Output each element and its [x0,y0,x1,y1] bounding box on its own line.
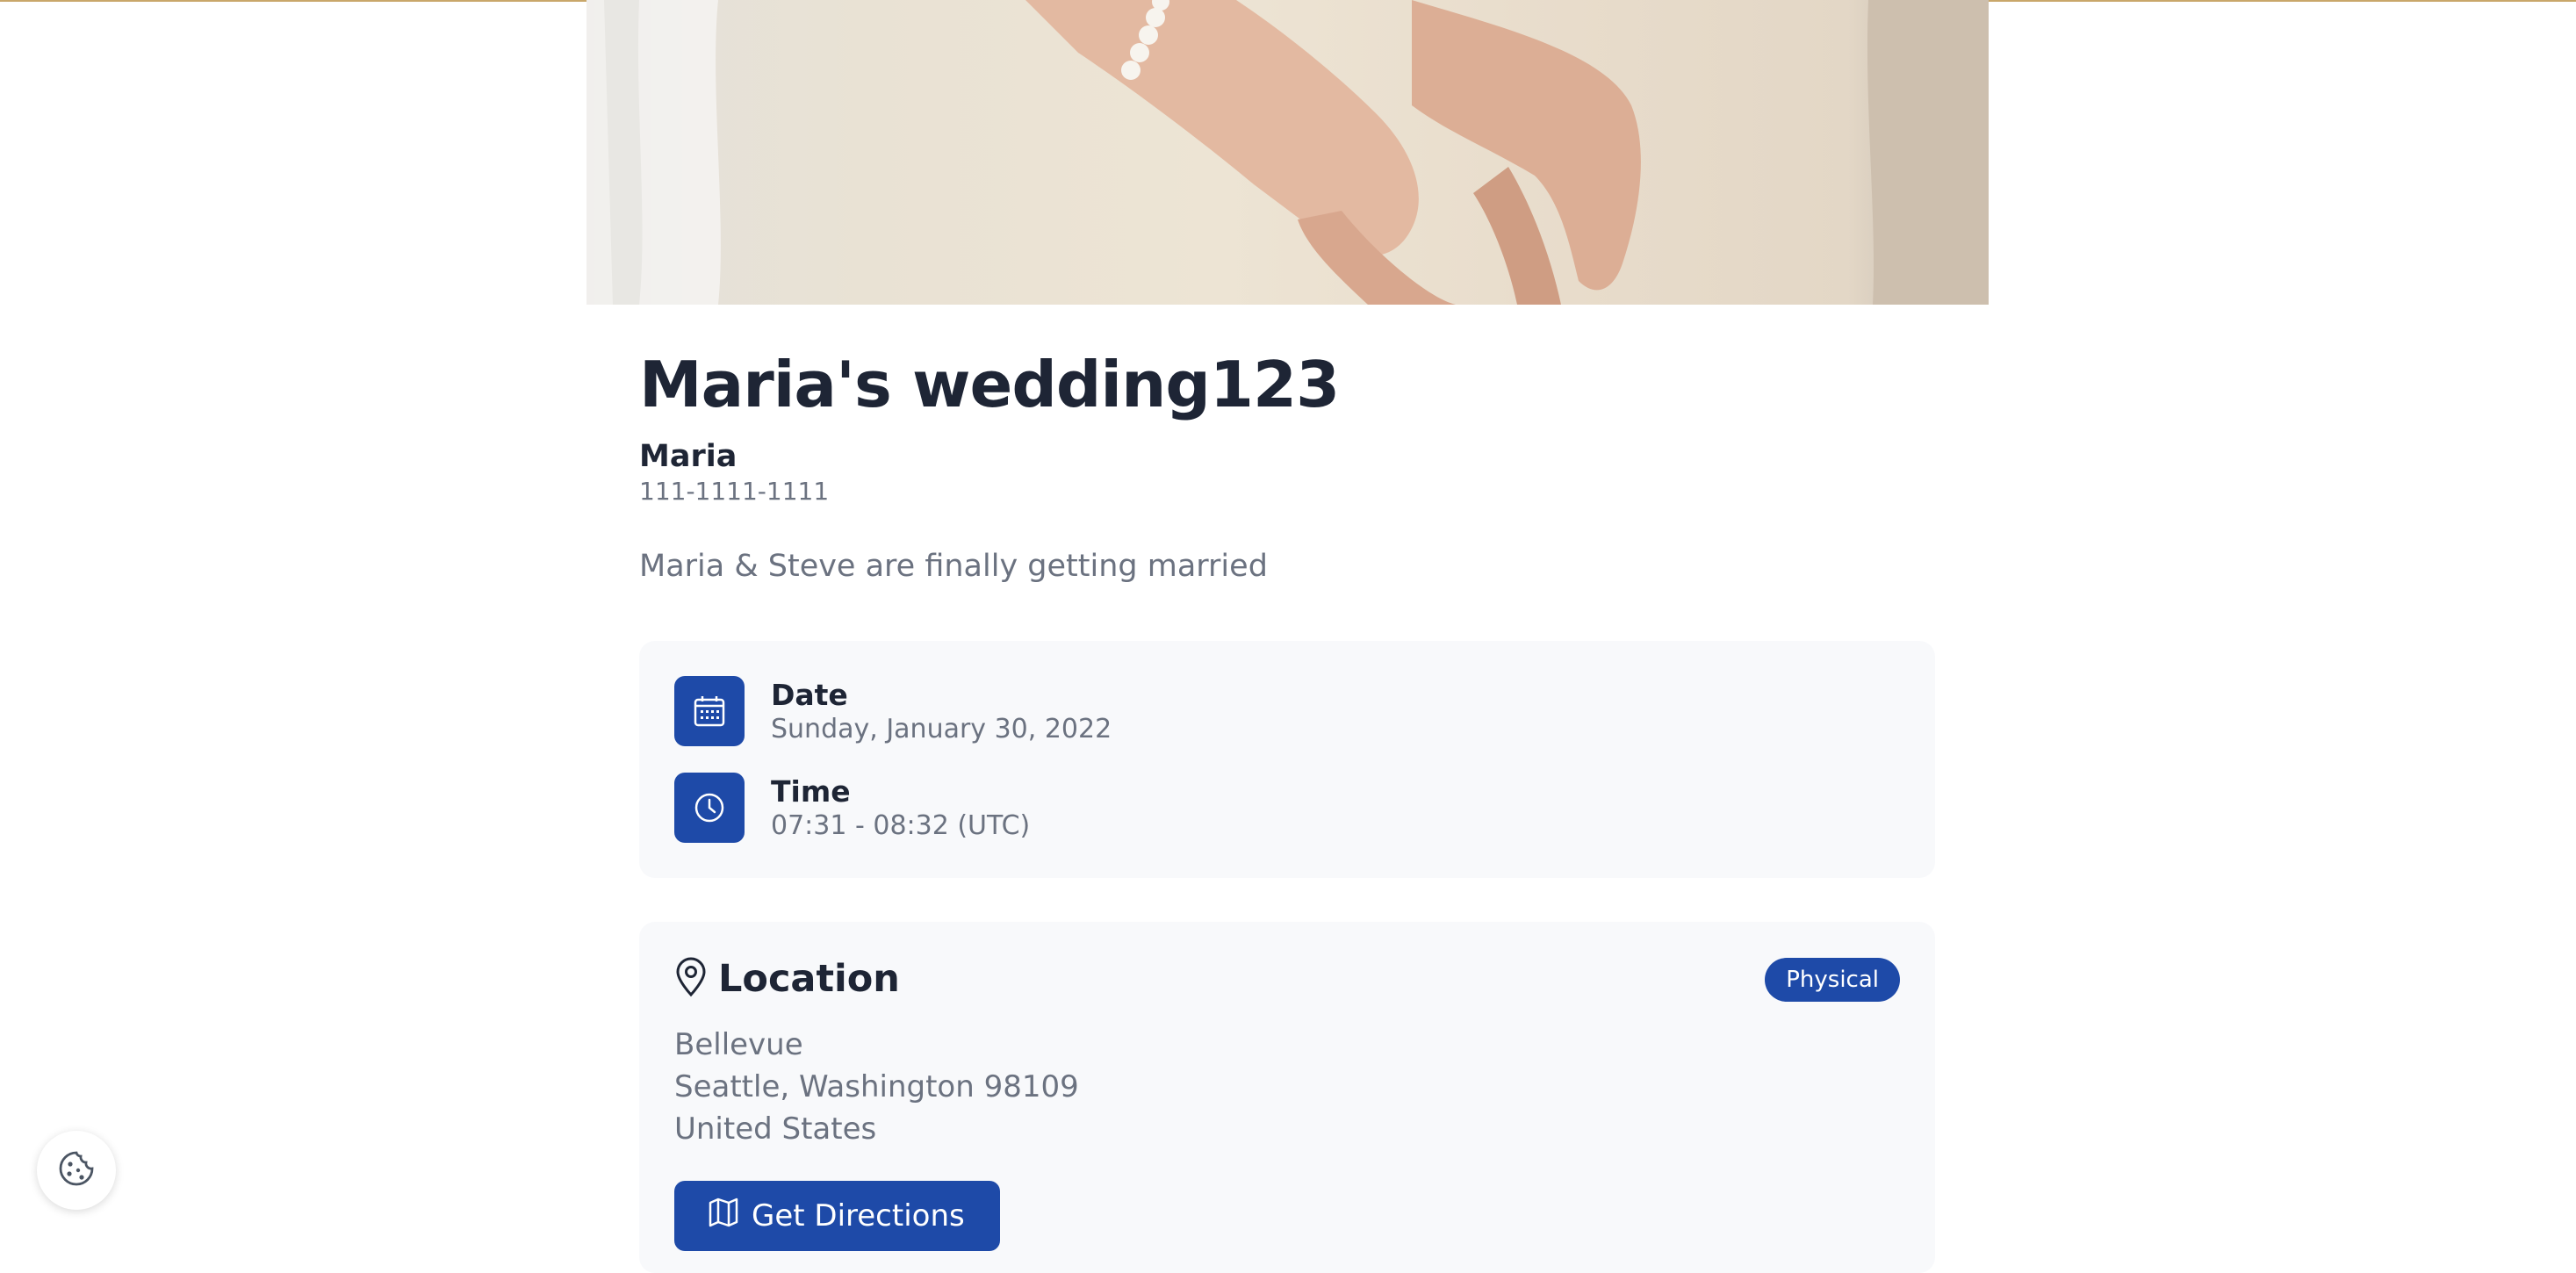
hero-image [586,0,1989,305]
host-name: Maria [639,439,738,474]
date-label: Date [771,678,848,712]
get-directions-label: Get Directions [752,1198,965,1233]
time-value: 07:31 - 08:32 (UTC) [771,810,1031,841]
location-header: Location [674,957,900,1001]
location-type-badge: Physical [1765,958,1900,1002]
host-phone: 111-1111-1111 [639,477,830,506]
map-icon [708,1197,752,1236]
cookie-icon [57,1149,96,1191]
get-directions-button[interactable]: Get Directions [674,1181,1000,1251]
time-label: Time [771,774,851,809]
date-value: Sunday, January 30, 2022 [771,714,1112,744]
location-card: Location Physical Bellevue Seattle, Wash… [639,922,1935,1273]
address-line: Seattle, Washington 98109 [674,1069,1079,1104]
cookie-settings-button[interactable] [37,1131,116,1210]
calendar-icon [674,676,745,746]
event-title: Maria's wedding123 [639,348,1340,421]
address-line: Bellevue [674,1027,803,1062]
event-description: Maria & Steve are finally getting marrie… [639,549,1268,584]
address-line: United States [674,1111,877,1147]
location-title: Location [718,957,900,1001]
map-pin-icon [674,957,708,1001]
date-time-card: Date Sunday, January 30, 2022 Time 07:31… [639,641,1935,878]
clock-icon [674,773,745,843]
